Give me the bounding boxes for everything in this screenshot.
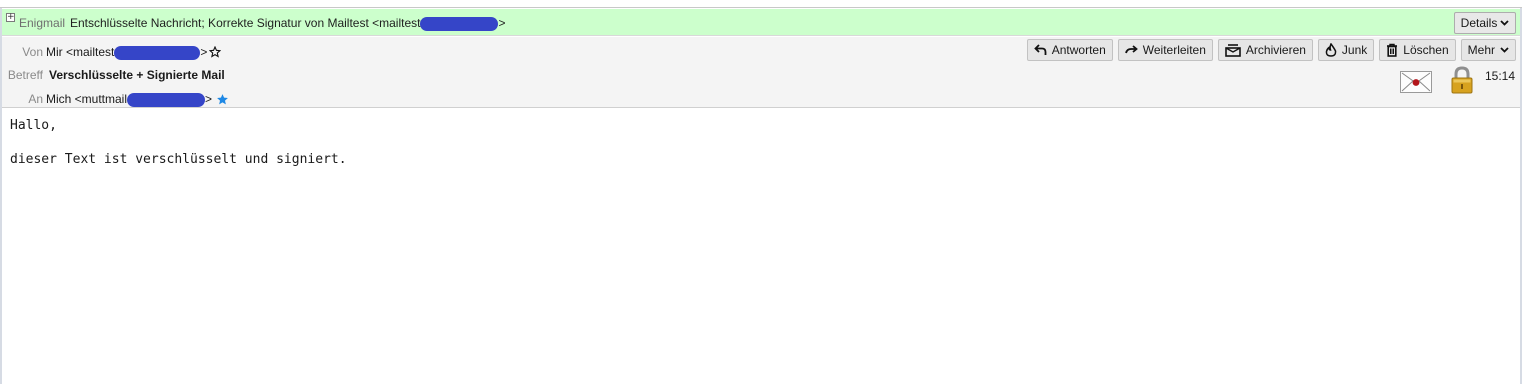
junk-button[interactable]: Junk: [1317, 39, 1375, 61]
archive-label: Archivieren: [1245, 43, 1306, 57]
lock-icon[interactable]: [1450, 66, 1474, 94]
expand-icon[interactable]: +: [6, 13, 15, 22]
reply-label: Antworten: [1051, 43, 1106, 57]
redacted-address: [420, 16, 499, 31]
to-value[interactable]: Mich <muttmail >: [46, 92, 212, 107]
details-button[interactable]: Details: [1454, 12, 1516, 34]
subject-label: Betreff: [7, 68, 43, 82]
to-label: An: [28, 92, 43, 107]
star-filled-icon[interactable]: [216, 93, 229, 106]
archive-button[interactable]: Archivieren: [1217, 39, 1313, 61]
body-line: dieser Text ist verschlüsselt und signie…: [10, 152, 347, 167]
message-toolbar: Antworten Weiterleiten Archivieren Junk …: [1026, 39, 1516, 61]
from-label: Von: [22, 45, 43, 60]
enigmail-label: Enigmail: [19, 16, 66, 30]
forward-icon: [1124, 45, 1138, 54]
from-suffix: >: [200, 45, 208, 59]
enigmail-status-suffix: >: [498, 16, 506, 30]
more-label: Mehr: [1467, 43, 1495, 57]
chevron-down-icon: [1500, 20, 1509, 26]
signed-envelope-icon[interactable]: [1400, 71, 1432, 93]
details-label: Details: [1460, 16, 1498, 30]
subject-value: Verschlüsselte + Signierte Mail: [49, 68, 225, 82]
to-row: An Mich <muttmail >: [2, 92, 229, 107]
redacted-address: [127, 92, 206, 107]
star-outline-icon[interactable]: [209, 46, 222, 59]
forward-button[interactable]: Weiterleiten: [1117, 39, 1213, 61]
chevron-down-icon: [1500, 47, 1509, 53]
forward-label: Weiterleiten: [1142, 43, 1206, 57]
top-border: [0, 0, 1522, 8]
to-suffix: >: [205, 92, 213, 106]
enigmail-status-text: Entschlüsselte Nachricht; Korrekte Signa…: [70, 16, 506, 31]
message-time: 15:14: [1484, 69, 1515, 83]
delete-label: Löschen: [1403, 43, 1449, 57]
to-name: Mich <muttmail: [46, 92, 128, 106]
reply-icon: [1033, 44, 1047, 55]
reply-button[interactable]: Antworten: [1026, 39, 1113, 61]
body-line: Hallo,: [10, 118, 57, 133]
subject-row: Betreff Verschlüsselte + Signierte Mail: [2, 68, 225, 82]
redacted-address: [114, 45, 201, 60]
delete-button[interactable]: Löschen: [1379, 39, 1456, 61]
from-value[interactable]: Mir <mailtest >: [46, 45, 207, 60]
message-header: Von Mir <mailtest > Betreff Verschlüsselt…: [2, 37, 1520, 108]
enigmail-status-prefix: Entschlüsselte Nachricht; Korrekte Signa…: [70, 16, 421, 30]
message-body: Hallo, dieser Text ist verschlüsselt und…: [10, 117, 347, 168]
archive-icon: [1225, 43, 1241, 57]
junk-flame-icon: [1325, 43, 1337, 57]
more-button[interactable]: Mehr: [1460, 39, 1516, 61]
message-pane: + Enigmail Entschlüsselte Nachricht; Kor…: [0, 0, 1522, 384]
from-name: Mir <mailtest: [46, 45, 115, 59]
enigmail-status-bar: + Enigmail Entschlüsselte Nachricht; Kor…: [2, 9, 1520, 36]
trash-icon: [1387, 43, 1398, 57]
junk-label: Junk: [1341, 43, 1368, 57]
from-row: Von Mir <mailtest >: [2, 45, 222, 60]
